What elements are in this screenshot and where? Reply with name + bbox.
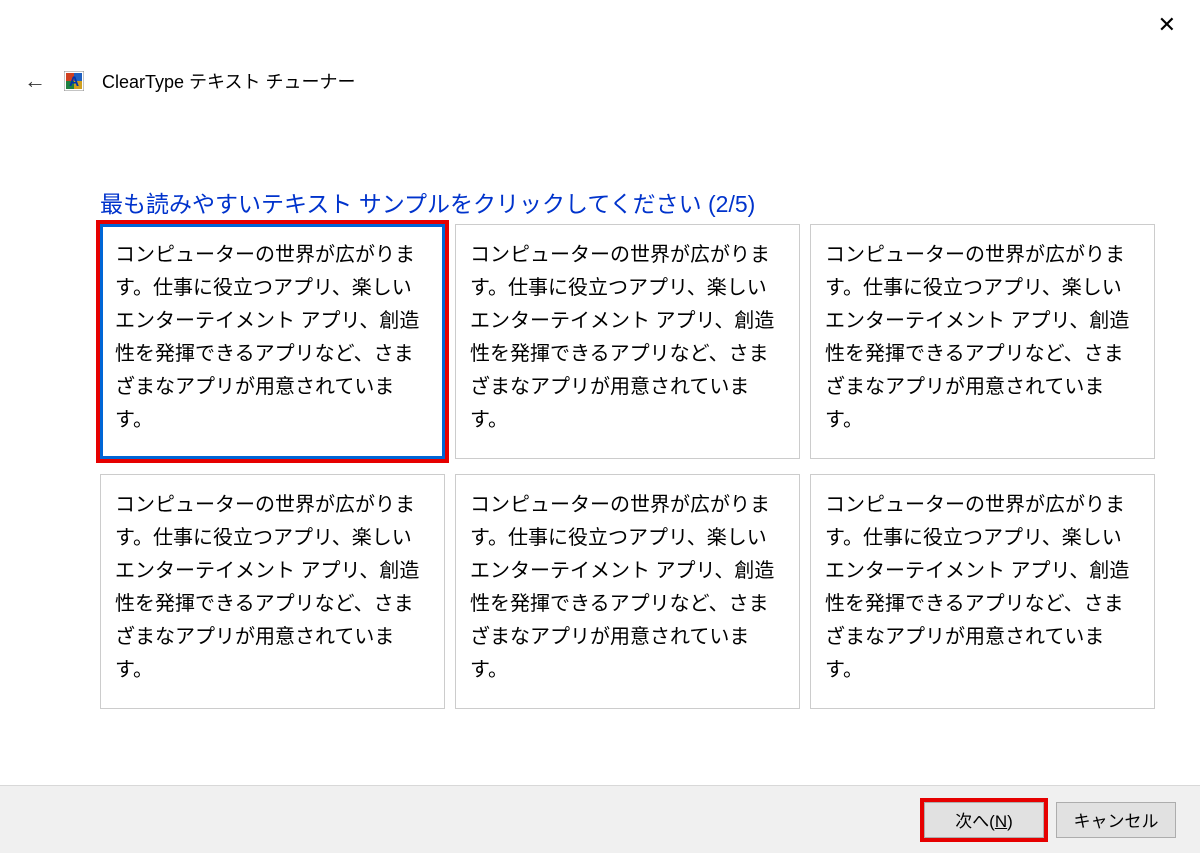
sample-text: コンピューターの世界が広がります。仕事に役立つアプリ、楽しいエンターテイメント …	[825, 244, 1129, 431]
text-sample-3[interactable]: コンピューターの世界が広がります。仕事に役立つアプリ、楽しいエンターテイメント …	[810, 224, 1155, 459]
text-sample-1[interactable]: コンピューターの世界が広がります。仕事に役立つアプリ、楽しいエンターテイメント …	[100, 224, 445, 459]
text-sample-4[interactable]: コンピューターの世界が広がります。仕事に役立つアプリ、楽しいエンターテイメント …	[100, 474, 445, 709]
sample-text: コンピューターの世界が広がります。仕事に役立つアプリ、楽しいエンターテイメント …	[115, 494, 419, 681]
next-button[interactable]: 次へ(N)	[924, 802, 1044, 838]
text-samples-grid: コンピューターの世界が広がります。仕事に役立つアプリ、楽しいエンターテイメント …	[100, 224, 1155, 709]
sample-text: コンピューターの世界が広がります。仕事に役立つアプリ、楽しいエンターテイメント …	[470, 494, 774, 681]
footer-bar: 次へ(N) キャンセル	[0, 785, 1200, 853]
sample-text: コンピューターの世界が広がります。仕事に役立つアプリ、楽しいエンターテイメント …	[825, 494, 1129, 681]
text-sample-2[interactable]: コンピューターの世界が広がります。仕事に役立つアプリ、楽しいエンターテイメント …	[455, 224, 800, 459]
instruction-text: 最も読みやすいテキスト サンプルをクリックしてください (2/5)	[100, 185, 755, 219]
cancel-button[interactable]: キャンセル	[1056, 802, 1176, 838]
sample-text: コンピューターの世界が広がります。仕事に役立つアプリ、楽しいエンターテイメント …	[470, 244, 774, 431]
window-title: ClearType テキスト チューナー	[102, 68, 356, 94]
text-sample-6[interactable]: コンピューターの世界が広がります。仕事に役立つアプリ、楽しいエンターテイメント …	[810, 474, 1155, 709]
sample-text: コンピューターの世界が広がります。仕事に役立つアプリ、楽しいエンターテイメント …	[115, 244, 419, 431]
close-icon[interactable]: ✕	[1158, 14, 1176, 36]
app-icon: A	[64, 71, 84, 91]
back-arrow-icon[interactable]: ←	[24, 68, 46, 94]
text-sample-5[interactable]: コンピューターの世界が広がります。仕事に役立つアプリ、楽しいエンターテイメント …	[455, 474, 800, 709]
svg-text:A: A	[69, 73, 79, 89]
